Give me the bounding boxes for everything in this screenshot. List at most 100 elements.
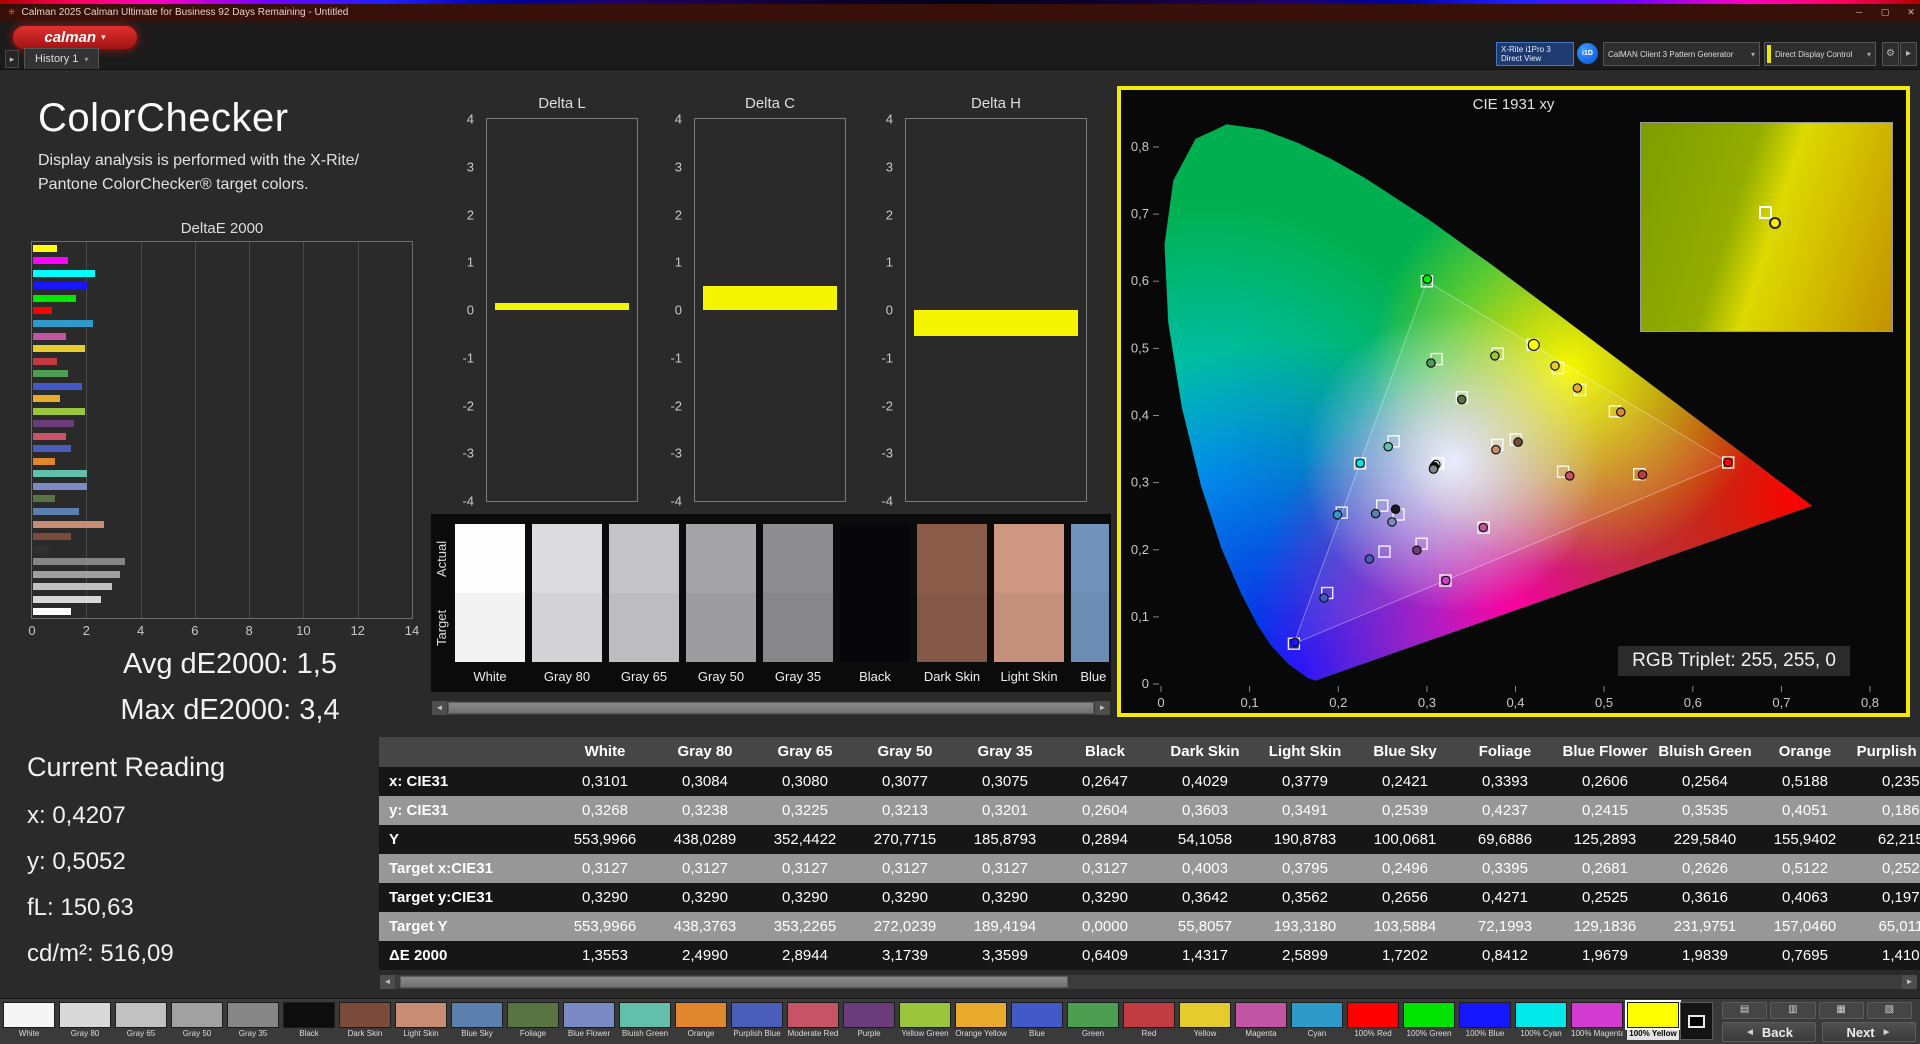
swatch-color [171,1002,223,1028]
title-bar: ✳ Calman 2025 Calman Ultimate for Busine… [0,4,1920,21]
calman-menu-button[interactable]: calman ▾ [12,25,138,50]
scrollbar-thumb[interactable] [400,976,1068,988]
scroll-right-icon[interactable]: ► [1902,975,1917,989]
current-reading-title: Current Reading [27,752,226,782]
pattern-swatch-yellow[interactable]: Yellow [1179,1002,1231,1040]
scroll-left-icon[interactable]: ◄ [432,701,447,715]
meter-line1: X-Rite i1Pro 3 [1501,45,1551,54]
table-row-label: ΔE 2000 [389,947,448,964]
patch-strip-scrollbar[interactable]: ◄ ► [431,700,1111,716]
page-subtitle-line1: Display analysis is performed with the X… [38,152,360,169]
toolbar-overflow-button[interactable]: ▸ [1900,42,1917,66]
nav-icon-button-3[interactable]: ▦ [1818,1002,1864,1019]
pattern-swatch-dark-skin[interactable]: Dark Skin [339,1002,391,1040]
reading-fl: fL: 150,63 [27,894,134,921]
table-cell: 0,3290 [882,889,928,906]
pattern-swatch-100-red[interactable]: 100% Red [1347,1002,1399,1040]
pattern-swatch-foliage[interactable]: Foliage [507,1002,559,1040]
pattern-swatch-gray-80[interactable]: Gray 80 [59,1002,111,1040]
table-cell: 0,0000 [1082,918,1128,935]
patch-label: Gray 65 [620,669,668,684]
pattern-swatch-light-skin[interactable]: Light Skin [395,1002,447,1040]
pattern-swatch-cyan[interactable]: Cyan [1291,1002,1343,1040]
table-cell: 2,8944 [782,947,828,964]
pattern-swatch-yellow-green[interactable]: Yellow Green [899,1002,951,1040]
chevron-right-icon: ▸ [9,54,15,64]
pattern-swatch-gray-35[interactable]: Gray 35 [227,1002,279,1040]
pattern-swatch-blue[interactable]: Blue [1011,1002,1063,1040]
cie-measured-marker [1456,394,1467,405]
pattern-swatch-bluish-green[interactable]: Bluish Green [619,1002,671,1040]
table-column-header: Orange [1778,743,1832,760]
meter-dropdown[interactable]: X-Rite i1Pro 3 Direct View [1496,42,1574,66]
table-cell: 0,3127 [782,860,828,877]
history-expand-button[interactable]: ▸ [5,50,19,68]
close-button[interactable]: ✕ [1902,4,1920,21]
pattern-swatch-purplish-blue[interactable]: Purplish Blue [731,1002,783,1040]
nav-icon-button-4[interactable]: ▧ [1866,1002,1912,1019]
scroll-right-icon[interactable]: ► [1095,701,1110,715]
swatch-color [1571,1002,1623,1028]
deltae-bar [33,470,88,478]
maximize-button[interactable]: ▢ [1876,4,1894,21]
pattern-swatch-blue-sky[interactable]: Blue Sky [451,1002,503,1040]
nav-icon-button-1[interactable]: ▤ [1722,1002,1768,1019]
pattern-swatch-black[interactable]: Black [283,1002,335,1040]
next-button[interactable]: Next ► [1822,1022,1916,1042]
delta-y-tick: -1 [881,350,893,366]
delta-y-tick: -3 [881,445,893,461]
pattern-swatch-orange-yellow[interactable]: Orange Yellow [955,1002,1007,1040]
table-scrollbar[interactable]: ◄ ► [379,974,1918,990]
pattern-swatch-100-yellow[interactable]: 100% Yellow [1625,1000,1681,1040]
pattern-swatch-red[interactable]: Red [1123,1002,1175,1040]
table-cell: 0,3127 [1082,860,1128,877]
delta-y-tick: -2 [462,398,474,413]
pattern-swatch-gray-50[interactable]: Gray 50 [171,1002,223,1040]
pattern-swatch-orange[interactable]: Orange [675,1002,727,1040]
pattern-swatch-100-green[interactable]: 100% Green [1403,1002,1455,1040]
pattern-swatch-blue-flower[interactable]: Blue Flower [563,1002,615,1040]
patch-target-swatch [994,593,1064,662]
tab-history-1[interactable]: History 1 ▾ [24,48,100,69]
minimize-button[interactable]: ─ [1850,4,1868,21]
nav-icon-button-2[interactable]: ▥ [1770,1002,1816,1019]
cie-measured-marker [1364,554,1375,564]
table-row: Target y:CIE31 0,3290 0,3290 0,3290 0,3290 0,… [379,883,1920,912]
swatch-label: 100% Blue [1465,1029,1505,1038]
nav-icon-row: ▤ ▥ ▦ ▧ [1722,1002,1912,1019]
pattern-window-button[interactable] [1680,1002,1713,1040]
back-button[interactable]: ◄ Back [1722,1022,1816,1042]
cie-measured-marker [1572,383,1583,393]
scrollbar-thumb[interactable] [448,702,1094,714]
pattern-source-dropdown[interactable]: CalMAN Client 3 Pattern Generator ▾ [1603,42,1760,66]
deltae-bar [33,244,58,252]
pattern-swatch-100-blue[interactable]: 100% Blue [1459,1002,1511,1040]
pattern-swatch-green[interactable]: Green [1067,1002,1119,1040]
swatch-label: Blue Flower [567,1029,611,1038]
pattern-swatch-magenta[interactable]: Magenta [1235,1002,1287,1040]
deltae-bar [33,533,71,540]
patch-label: Gray 50 [697,669,745,684]
delta-y-tick: 2 [466,207,474,222]
swatch-label: Yellow [1193,1029,1217,1038]
deltae-bar [33,282,88,290]
svg-text:0,6: 0,6 [1131,273,1149,288]
table-cell: 352,4422 [773,831,837,848]
pattern-swatch-100-cyan[interactable]: 100% Cyan [1515,1002,1567,1040]
pattern-swatch-moderate-red[interactable]: Moderate Red [787,1002,839,1040]
pattern-swatch-100-magenta[interactable]: 100% Magenta [1571,1002,1623,1040]
deltae-x-tick: 8 [245,623,253,638]
swatch-label: Blue Sky [461,1029,493,1038]
pattern-swatch-purple[interactable]: Purple [843,1002,895,1040]
pattern-swatch-white[interactable]: White [3,1002,55,1040]
scroll-left-icon[interactable]: ◄ [380,975,395,989]
display-control-dropdown[interactable]: Direct Display Control ▾ [1764,42,1876,66]
swatch-color [395,1002,447,1028]
table-cell: 553,9966 [573,831,637,848]
pattern-window-icon [1688,1014,1705,1028]
swatch-label: Orange [687,1029,715,1038]
table-cell: 0,2681 [1582,860,1628,877]
pattern-swatch-gray-65[interactable]: Gray 65 [115,1002,167,1040]
settings-gear-button[interactable]: ⚙ [1882,42,1899,66]
meter-brand-badge[interactable]: i1D [1577,43,1598,64]
